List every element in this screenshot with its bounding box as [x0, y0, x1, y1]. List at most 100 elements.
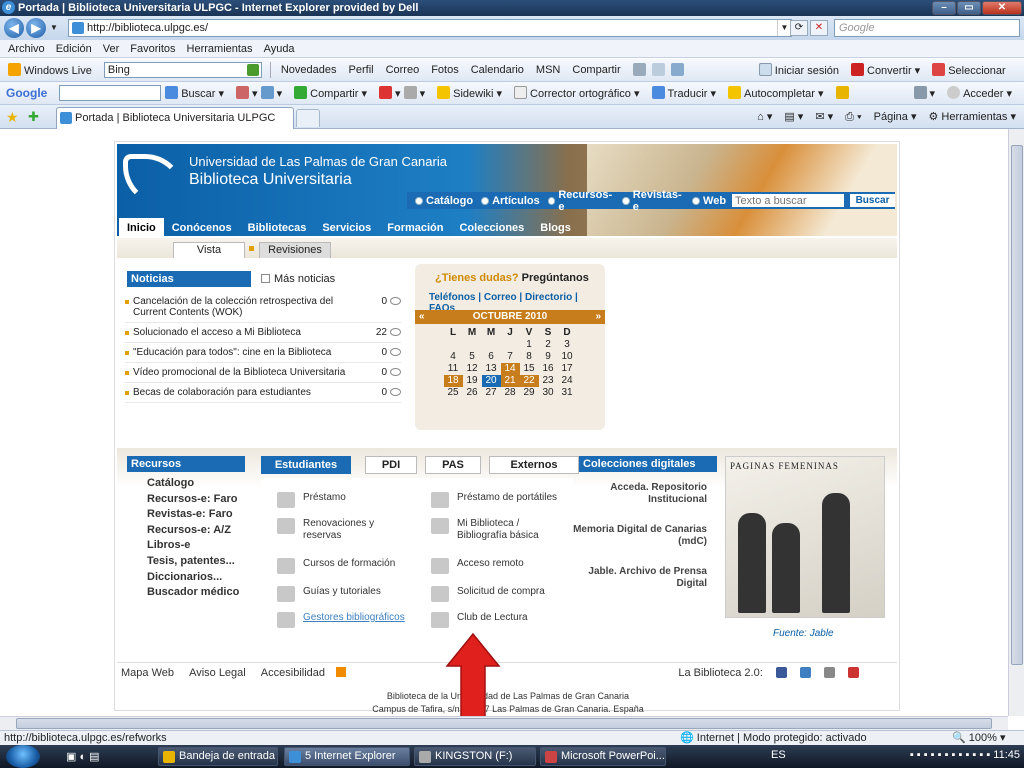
- calendar-day[interactable]: 20: [481, 375, 501, 387]
- refresh-icon[interactable]: ⟳: [790, 20, 808, 36]
- clock[interactable]: 11:45: [993, 749, 1020, 761]
- nav-formacion[interactable]: Formación: [379, 218, 451, 236]
- page-menu[interactable]: Página ▾: [874, 108, 917, 126]
- footer-sitemap[interactable]: Mapa Web: [121, 667, 174, 679]
- service-renovaciones[interactable]: Renovaciones y reservas: [277, 518, 387, 542]
- paginas-femeninas-image[interactable]: PAGINAS FEMENINAS: [725, 456, 885, 618]
- tools-menu[interactable]: ⚙ Herramientas ▾: [928, 108, 1016, 126]
- quicklaunch-icons[interactable]: ▣ ◐ ▤: [66, 750, 100, 763]
- news-item[interactable]: Vídeo promocional de la Biblioteca Unive…: [125, 363, 401, 383]
- calendar-day[interactable]: 26: [463, 387, 482, 399]
- service-prestamo[interactable]: Préstamo: [277, 492, 346, 508]
- browser-tab[interactable]: Portada | Biblioteca Universitaria ULPGC: [56, 107, 294, 129]
- service-cursos[interactable]: Cursos de formación: [277, 558, 395, 574]
- blog-icon[interactable]: [823, 667, 835, 678]
- calendar-day[interactable]: 3: [558, 339, 577, 351]
- signin-link[interactable]: Iniciar sesión: [758, 63, 839, 77]
- service-club-lectura[interactable]: Club de Lectura: [431, 612, 528, 628]
- calendar-day[interactable]: 7: [501, 351, 520, 363]
- menu-ver[interactable]: Ver: [103, 43, 120, 55]
- go-icon[interactable]: [246, 64, 259, 76]
- task-outlook[interactable]: Bandeja de entrada ...: [158, 747, 278, 766]
- resource-link[interactable]: Tesis, patentes...: [147, 554, 239, 570]
- menu-edicion[interactable]: Edición: [56, 43, 92, 55]
- security-zone[interactable]: 🌐 Internet | Modo protegido: activado: [680, 731, 867, 745]
- forward-button[interactable]: ▶: [26, 18, 46, 38]
- link-directorio[interactable]: Directorio: [525, 292, 572, 303]
- vertical-scrollbar[interactable]: [1008, 129, 1024, 716]
- wl-fotos[interactable]: Fotos: [431, 64, 459, 76]
- calendar-day[interactable]: 18: [443, 375, 463, 387]
- news-item[interactable]: "Educación para todos": cine en la Bibli…: [125, 343, 401, 363]
- google-spellcheck-button[interactable]: Corrector ortográfico ▾: [514, 86, 640, 100]
- catalog-search-input[interactable]: [732, 194, 845, 207]
- calendar-day[interactable]: 11: [444, 363, 463, 375]
- calendar-day[interactable]: 15: [520, 363, 539, 375]
- wl-calendario[interactable]: Calendario: [471, 64, 524, 76]
- service-prestamo-portatiles[interactable]: Préstamo de portátiles: [431, 492, 557, 508]
- tab-pdi[interactable]: PDI: [365, 456, 417, 474]
- link-correo[interactable]: Correo: [484, 292, 517, 303]
- print-icon[interactable]: ⎙ ▾: [845, 108, 861, 126]
- google-search-button[interactable]: Buscar ▾: [165, 86, 224, 100]
- next-month-icon[interactable]: »: [595, 310, 601, 324]
- service-gestores-bibliograficos[interactable]: Gestores bibliográficos: [277, 612, 405, 628]
- calendar-day[interactable]: 31: [558, 387, 577, 399]
- language-indicator[interactable]: ES: [771, 749, 786, 761]
- search-input[interactable]: Google: [834, 19, 1020, 37]
- service-acceso-remoto[interactable]: Acceso remoto: [431, 558, 524, 574]
- resource-link[interactable]: Revistas-e: Faro: [147, 507, 239, 523]
- calendar-day[interactable]: 17: [558, 363, 577, 375]
- menu-archivo[interactable]: Archivo: [8, 43, 45, 55]
- search-option-recursos[interactable]: Recursos-e: [547, 189, 614, 213]
- google-sidewiki-button[interactable]: Sidewiki ▾: [437, 86, 502, 100]
- more-news-link[interactable]: Más noticias: [261, 273, 335, 285]
- google-wrench-icon[interactable]: ▾: [913, 86, 935, 100]
- calendar-day[interactable]: 4: [444, 351, 463, 363]
- home-icon[interactable]: ⌂ ▾: [757, 108, 772, 126]
- search-option-revistas[interactable]: Revistas-e: [622, 189, 684, 213]
- address-dropdown-icon[interactable]: ▼: [777, 20, 791, 36]
- wl-msn[interactable]: MSN: [536, 64, 560, 76]
- start-button[interactable]: [6, 745, 40, 768]
- new-tab-button[interactable]: [296, 109, 320, 127]
- service-guias[interactable]: Guías y tutoriales: [277, 586, 381, 602]
- scroll-thumb[interactable]: [1011, 145, 1023, 665]
- search-option-web[interactable]: Web: [692, 195, 726, 207]
- resource-link[interactable]: Recursos-e: Faro: [147, 492, 239, 508]
- rss-icon[interactable]: [336, 667, 347, 677]
- resource-link[interactable]: Diccionarios...: [147, 570, 239, 586]
- task-powerpoint[interactable]: Microsoft PowerPoi...: [540, 747, 666, 766]
- calendar-day[interactable]: 16: [539, 363, 558, 375]
- calendar-day[interactable]: 25: [444, 387, 463, 399]
- google-tools-icons[interactable]: ▾ ▾: [236, 86, 282, 100]
- scroll-thumb[interactable]: [16, 718, 992, 729]
- maximize-button[interactable]: ▭: [957, 1, 981, 15]
- calendar-day[interactable]: 23: [539, 375, 558, 387]
- google-extra-icons[interactable]: ▾ ▾: [379, 86, 425, 100]
- nav-conocenos[interactable]: Conócenos: [164, 218, 240, 236]
- resource-link[interactable]: Catálogo: [147, 476, 239, 492]
- calendar-day[interactable]: 2: [539, 339, 558, 351]
- calendar-day[interactable]: 24: [558, 375, 577, 387]
- youtube-icon[interactable]: [848, 667, 859, 678]
- convert-button[interactable]: Convertir ▾: [851, 63, 920, 77]
- tab-vista[interactable]: Vista: [173, 242, 245, 258]
- news-item[interactable]: Becas de colaboración para estudiantes 0: [125, 383, 401, 403]
- calendar-day[interactable]: 13: [482, 363, 501, 375]
- menu-favoritos[interactable]: Favoritos: [130, 43, 175, 55]
- link-telefonos[interactable]: Teléfonos: [429, 292, 475, 303]
- calendar-day[interactable]: 1: [520, 339, 539, 351]
- google-signin-button[interactable]: Acceder ▾: [947, 86, 1012, 100]
- google-translate-button[interactable]: Traducir ▾: [651, 86, 716, 100]
- collection-acceda[interactable]: Acceda. Repositorio Institucional: [573, 482, 707, 506]
- google-search-input[interactable]: [59, 85, 162, 101]
- facebook-icon[interactable]: [775, 667, 787, 678]
- tab-revisiones[interactable]: Revisiones: [259, 242, 331, 258]
- calendar-day[interactable]: 12: [463, 363, 482, 375]
- tab-pas[interactable]: PAS: [425, 456, 481, 474]
- wl-compartir[interactable]: Compartir: [572, 64, 620, 76]
- nav-colecciones[interactable]: Colecciones: [451, 218, 532, 236]
- google-autofill-button[interactable]: Autocompletar ▾: [728, 86, 824, 100]
- calendar-day[interactable]: 29: [520, 387, 539, 399]
